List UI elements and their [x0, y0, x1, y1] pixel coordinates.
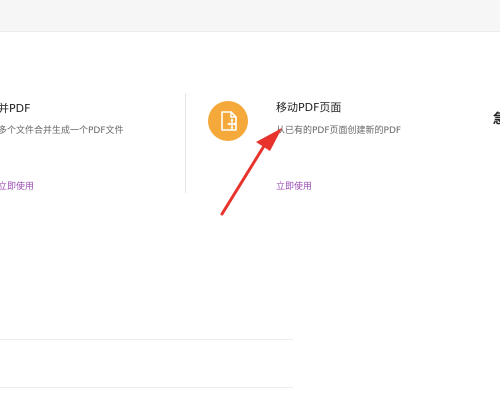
card-move-pages-link[interactable]: 立即使用 [276, 181, 312, 193]
list-divider [0, 339, 293, 340]
move-pages-icon[interactable] [208, 101, 248, 141]
card-merge-pdf-link[interactable]: 立即使用 [0, 181, 34, 193]
card-merge-pdf-description: 多个文件合并生成一个PDF文件 [0, 126, 124, 136]
card-move-pages-title[interactable]: 移动PDF页面 [276, 101, 341, 115]
top-bar [0, 0, 500, 31]
tools-panel: 并PDF 多个文件合并生成一个PDF文件 立即使用 移动PDF页面 从已有的PD… [0, 31, 500, 257]
page: 并PDF 多个文件合并生成一个PDF文件 立即使用 移动PDF页面 从已有的PD… [0, 0, 500, 395]
card-divider [185, 93, 186, 193]
partial-card-title: 急 [493, 112, 500, 127]
card-merge-pdf-title: 并PDF [0, 102, 31, 115]
lower-list-area [0, 257, 500, 395]
list-divider [0, 387, 293, 388]
card-move-pages-description: 从已有的PDF页面创建新的PDF [276, 126, 402, 136]
